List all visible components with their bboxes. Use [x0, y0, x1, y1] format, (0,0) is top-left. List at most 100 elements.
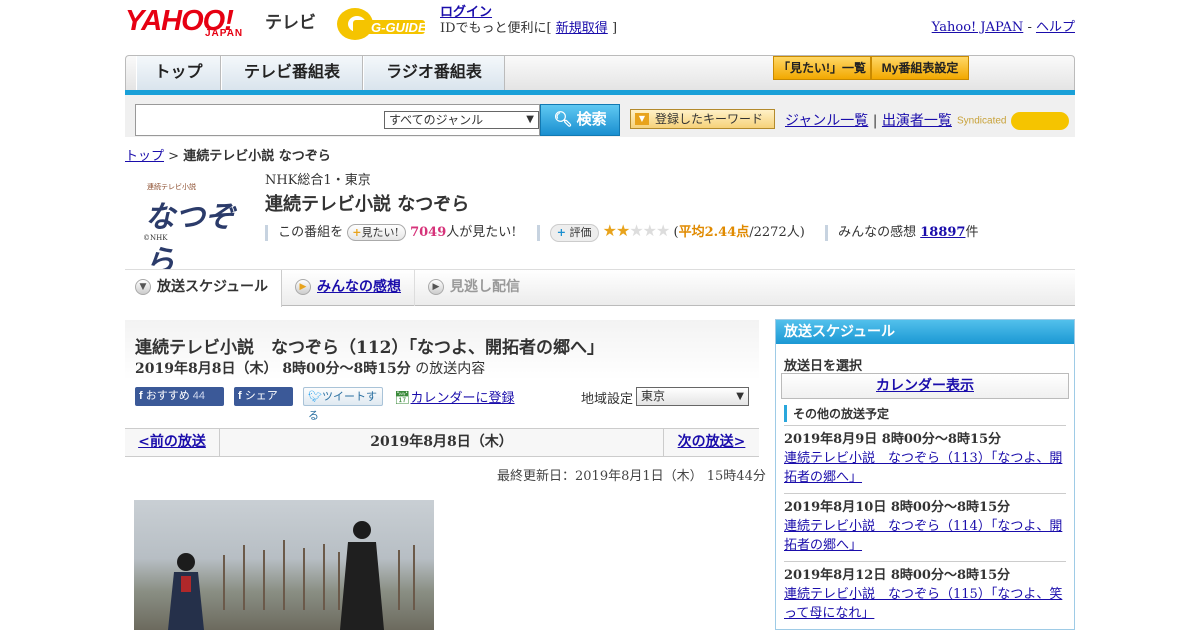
plus-icon: + — [352, 226, 362, 239]
keyword-button-label: 登録したキーワード — [655, 112, 764, 126]
breadcrumb-top[interactable]: トップ — [125, 149, 164, 164]
play-icon: ▶ — [428, 279, 444, 295]
genre-selected: すべてのジャンル — [389, 113, 484, 127]
calendar-add-link[interactable]: カレンダーに登録 — [411, 391, 515, 406]
login-link[interactable]: ログイン — [440, 5, 492, 20]
program-tabs: ▼ 放送スケジュール ▶ みんなの感想 ▶ 見逃し配信 — [125, 269, 1075, 307]
search-link-sep: | — [872, 113, 878, 129]
genre-list-link[interactable]: ジャンル一覧 — [785, 113, 868, 129]
tab-vod[interactable]: ▶ 見逃し配信 — [418, 270, 548, 306]
region-value: 東京 — [641, 389, 666, 403]
main-nav: トップ テレビ番組表 ラジオ番組表 「見たい!」一覧 My番組表設定 — [125, 55, 1075, 92]
next-episode-link[interactable]: 次の放送> — [663, 429, 759, 456]
signup-link[interactable]: 新規取得 — [556, 21, 608, 36]
schedule-item-link[interactable]: 連続テレビ小説 なつぞら（114）「なつよ、開拓者の郷へ」 — [784, 517, 1066, 555]
facebook-share-button[interactable]: f シェア — [234, 387, 293, 406]
search-button-label: 検索 — [576, 111, 607, 128]
chevron-down-icon: ▼ — [526, 114, 534, 125]
program-stats: この番組を +見たい! 7049人が見たい! + 評価 ★★★★★ (平均2.4… — [265, 220, 978, 242]
last-updated: 最終更新日：2019年8月1日（木） 15時44分 — [497, 469, 766, 484]
region-select[interactable]: 東京 ▼ — [636, 387, 749, 406]
tweet-button[interactable]: 🐦︎ツイートする — [303, 387, 383, 422]
recommend-count: 44 — [192, 390, 206, 402]
stat-divider — [265, 224, 268, 241]
keyword-button[interactable]: ▼ 登録したキーワード — [630, 109, 775, 129]
facebook-recommend-button[interactable]: f おすすめ 44 — [135, 387, 224, 406]
nav-tab-top[interactable]: トップ — [136, 56, 221, 92]
gguide-text: G-GUIDE — [371, 20, 427, 35]
rating-stars: ★★★★★ — [603, 221, 671, 240]
help-link[interactable]: ヘルプ — [1036, 20, 1075, 35]
schedule-item-link[interactable]: 連続テレビ小説 なつぞら（115）「なつよ、笑って母になれ」 — [784, 585, 1066, 623]
star-icon: ★ — [615, 221, 630, 240]
twitter-icon: 🐦︎ — [308, 391, 322, 403]
episode-title: 連続テレビ小説 なつぞら（112）「なつよ、開拓者の郷へ」 — [135, 338, 604, 358]
schedule-item-time: 2019年8月10日 8時00分～8時15分 — [784, 500, 1011, 515]
calendar-button-label: カレンダー表示 — [876, 378, 974, 394]
program-logo-copyright: ©NHK — [143, 234, 168, 242]
tv-label: テレビ — [265, 13, 316, 32]
facebook-icon: f — [139, 390, 143, 402]
want-prefix: この番組を — [278, 225, 344, 240]
top-right-links: Yahoo! JAPAN - ヘルプ — [932, 16, 1075, 35]
yahoo-japan-sublogo: JAPAN — [205, 28, 244, 39]
schedule-item: 2019年8月10日 8時00分～8時15分 連続テレビ小説 なつぞら（114）… — [784, 493, 1066, 555]
breadcrumb-current: 連続テレビ小説 なつぞら — [183, 149, 331, 164]
tab-schedule[interactable]: ▼ 放送スケジュール — [125, 270, 282, 307]
nav-tab-tv-schedule[interactable]: テレビ番組表 — [221, 56, 363, 92]
prev-episode-link[interactable]: <前の放送 — [125, 429, 220, 456]
schedule-item-link[interactable]: 連続テレビ小説 なつぞら（113）「なつよ、開拓者の郷へ」 — [784, 449, 1066, 487]
sidebar-date-label: 放送日を選択 — [784, 359, 863, 374]
rating-people: /2272人) — [749, 225, 805, 240]
dropdown-arrow-icon: ▼ — [635, 113, 649, 125]
episode-pager: <前の放送 2019年8月8日（木） 次の放送> — [125, 428, 759, 457]
want-button[interactable]: +見たい! — [347, 224, 406, 241]
want-button-label: 見たい! — [361, 226, 399, 239]
calendar-add[interactable]: 📅︎カレンダーに登録 — [394, 387, 515, 406]
reviews-suffix: 件 — [965, 225, 979, 240]
star-icon: ★ — [629, 221, 643, 240]
breadcrumb: トップ > 連続テレビ小説 なつぞら — [125, 145, 331, 164]
play-icon: ▶ — [295, 279, 311, 295]
calendar-button[interactable]: カレンダー表示 — [781, 373, 1069, 399]
reviews-count-link[interactable]: 18897 — [920, 225, 965, 240]
episode-time: 2019年8月8日（木） 8時00分～8時15分 の放送内容 — [135, 358, 485, 378]
facebook-icon: f — [238, 390, 242, 402]
rating-average: 平均2.44点 — [678, 225, 750, 240]
login-text: IDでもっと便利に[ — [440, 21, 552, 36]
episode-date-suffix: の放送内容 — [415, 361, 486, 377]
episode-photo — [134, 500, 434, 630]
plus-icon: + — [556, 225, 566, 239]
my-schedule-button[interactable]: My番組表設定 — [871, 56, 969, 80]
tab-vod-label: 見逃し配信 — [450, 279, 520, 295]
tab-schedule-label: 放送スケジュール — [157, 279, 269, 295]
star-icon: ★ — [642, 221, 657, 240]
yahoo-japan-link[interactable]: Yahoo! JAPAN — [932, 20, 1024, 35]
syndicated-label: Syndicated — [957, 115, 1007, 127]
login-box: ログイン IDでもっと便利に[ 新規取得 ] — [440, 5, 617, 37]
search-links: ジャンル一覧 | 出演者一覧 — [785, 110, 952, 130]
gguide-logo: G-GUIDE — [335, 6, 430, 42]
other-schedule-label: その他の放送予定 — [784, 405, 889, 422]
tab-reviews-label: みんなの感想 — [317, 279, 401, 295]
tab-reviews[interactable]: ▶ みんなの感想 — [285, 270, 415, 306]
want-list-button[interactable]: 「見たい!」一覧 — [773, 56, 871, 80]
cast-list-link[interactable]: 出演者一覧 — [882, 113, 952, 129]
program-logo: 連続テレビ小説 なつぞら ©NHK — [135, 176, 250, 279]
star-icon: ★ — [656, 221, 670, 240]
episode-date-time: 2019年8月8日（木） 8時00分～8時15分 — [135, 361, 411, 377]
rate-button[interactable]: + 評価 — [549, 223, 599, 242]
share-label: シェア — [244, 390, 278, 402]
calendar-icon: 📅︎ — [394, 391, 411, 406]
want-suffix: 人が見たい! — [446, 225, 517, 240]
recommend-label: おすすめ — [145, 390, 190, 402]
rate-button-label: 評価 — [569, 225, 592, 239]
schedule-item-time: 2019年8月12日 8時00分～8時15分 — [784, 568, 1011, 583]
nav-tab-radio-schedule[interactable]: ラジオ番組表 — [363, 56, 505, 92]
pager-current-date: 2019年8月8日（木） — [370, 434, 513, 450]
search-button[interactable]: 🔍︎ 検索 — [540, 104, 620, 136]
chevron-down-icon: ▼ — [736, 391, 744, 402]
schedule-item-time: 2019年8月9日 8時00分～8時15分 — [784, 432, 1002, 447]
region-label: 地域設定 — [581, 392, 634, 407]
genre-select[interactable]: すべてのジャンル ▼ — [384, 111, 539, 129]
